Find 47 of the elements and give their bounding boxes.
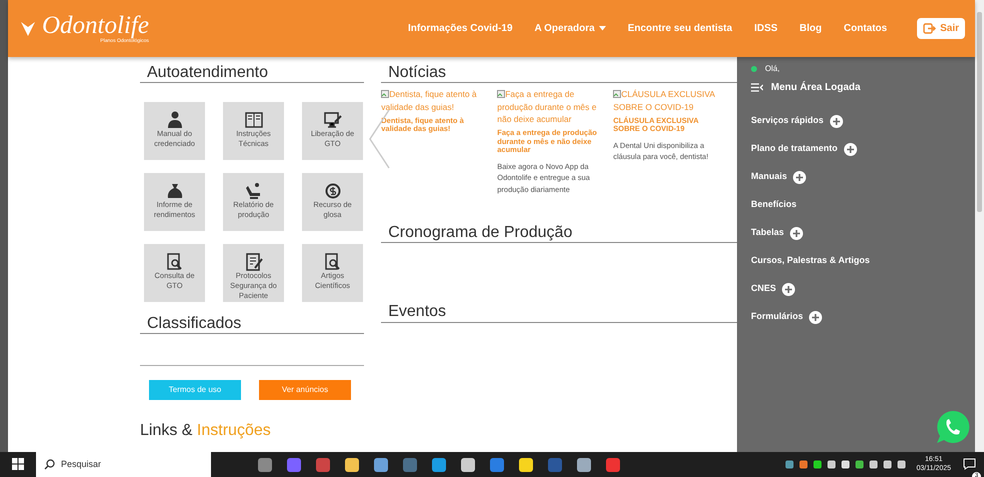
monitor-pen-icon	[324, 111, 342, 130]
status-dot	[751, 66, 757, 72]
menu-item[interactable]: Benefícios	[751, 191, 961, 219]
book-icon	[244, 111, 262, 130]
plus-icon	[809, 310, 822, 324]
plus-icon	[844, 142, 857, 156]
whatsapp-icon[interactable]	[936, 410, 970, 444]
plus-icon	[790, 226, 803, 240]
person-icon	[166, 111, 184, 130]
app-icon[interactable]	[576, 456, 592, 472]
search-icon	[44, 459, 55, 470]
menu-item[interactable]: CNES	[751, 275, 961, 303]
refresh-dollar-icon	[324, 182, 342, 200]
broken-image-icon	[613, 90, 622, 98]
notification-icon[interactable]	[963, 458, 976, 470]
logout-icon	[923, 23, 936, 34]
app-icon[interactable]	[257, 456, 273, 472]
plus-icon	[782, 282, 796, 296]
menu-title: Menu Área Logada	[771, 80, 860, 95]
collapse-menu-icon[interactable]	[751, 83, 763, 92]
dental-chair-icon	[244, 182, 262, 200]
document-search-icon	[324, 253, 342, 272]
document-pen-icon	[244, 253, 262, 272]
document-search-icon	[166, 253, 184, 272]
menu-item[interactable]: Serviços rápidos	[751, 107, 961, 135]
scrollbar[interactable]	[975, 0, 984, 452]
menu-item[interactable]: Cursos, Palestras & Artigos	[751, 247, 961, 275]
greeting: Olá,	[765, 63, 780, 75]
app-icon[interactable]	[431, 456, 447, 472]
app-icon[interactable]	[373, 456, 389, 472]
money-bag-icon	[166, 182, 184, 200]
menu-item[interactable]: Plano de tratamento	[751, 135, 961, 163]
menu-item[interactable]: Tabelas	[751, 219, 961, 247]
broken-image-icon	[381, 90, 390, 98]
menu-item[interactable]: Formulários	[751, 303, 961, 331]
section-title: Links & Instruções	[140, 422, 272, 440]
section-title: Classificados	[140, 314, 364, 334]
menu-item[interactable]: Manuais	[751, 163, 961, 191]
plus-icon	[793, 170, 806, 184]
broken-image-icon	[497, 90, 506, 98]
plus-icon	[830, 114, 843, 128]
app-icon[interactable]	[344, 456, 360, 472]
app-icon[interactable]	[518, 456, 534, 472]
section-title: Autoatendimento	[140, 63, 364, 84]
taskbar-search[interactable]: Pesquisar	[36, 452, 211, 477]
app-icon[interactable]	[460, 456, 476, 472]
caret-icon	[598, 26, 606, 31]
